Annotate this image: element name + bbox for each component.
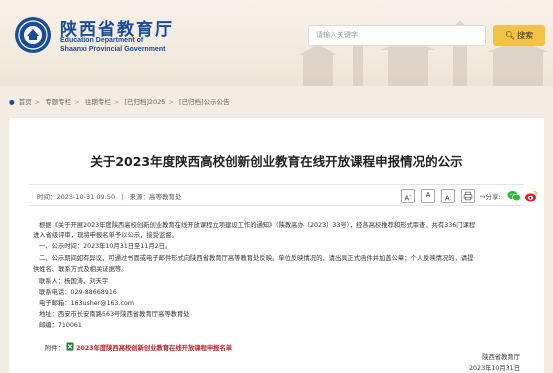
contact-postcode: 邮编：710061 <box>39 322 82 329</box>
breadcrumb-special-topics[interactable]: 专题专栏 <box>45 98 71 106</box>
meta-divider: | <box>121 193 124 201</box>
location-pin-icon: ● <box>9 98 15 106</box>
breadcrumb: ● 首页 > 专题专栏 > 往期专栏 > [已归档]2025 > [已归档]公示公告 <box>9 96 230 106</box>
contact-person: 联系人：杨国涛、刘天宇 <box>39 278 109 285</box>
paragraph-1-line-2: 进入省级评审，现将申报名单予以公示，接受监督。 <box>33 232 178 239</box>
article-panel: 关于2023年度陕西高校创新创业教育在线开放课程申报情况的公示 时间：2023-… <box>9 118 544 373</box>
attachment-label: 附件： <box>45 345 64 352</box>
paragraph-2: 一、公示时间：2023年10月31日至11月2日。 <box>39 243 172 250</box>
time-label: 时间： <box>37 193 57 201</box>
site-emblem-icon[interactable] <box>14 16 52 54</box>
search-button[interactable]: 🔍︎ 搜索 <box>493 25 545 46</box>
publish-time: 2023-10-31 09:50 <box>56 193 116 201</box>
breadcrumb-home[interactable]: 首页 <box>19 98 32 106</box>
breadcrumb-past-topics[interactable]: 往期专栏 <box>85 98 111 106</box>
font-size-medium-button[interactable]: A <box>421 189 435 203</box>
site-title-en-line1: Education Department of <box>60 37 144 44</box>
share-label: ↪分享: <box>480 193 501 201</box>
contact-address: 地址：西安市长安南路563号陕西省教育厅高等教育处 <box>39 311 190 318</box>
site-title-en-line2: Shaanxi Provincial Government <box>60 46 166 53</box>
signature-date: 2023年10月31日 <box>469 365 520 372</box>
search-input[interactable]: 请输入关键字 <box>308 25 486 46</box>
weibo-icon[interactable] <box>524 189 538 203</box>
site-header: 陕西省教育厅 Education Department of Shaanxi P… <box>0 0 553 86</box>
breadcrumb-separator: > <box>34 98 41 106</box>
breadcrumb-archive-notices[interactable]: [已归档]公示公告 <box>179 98 230 106</box>
breadcrumb-separator: > <box>74 98 80 106</box>
contact-email: 电子邮箱：163usher@163.com <box>39 300 134 307</box>
breadcrumb-separator: > <box>168 98 174 106</box>
search-icon: 🔍︎ <box>504 31 516 40</box>
article-meta-bar: 时间：2023-10-31 09:50 | 来源：高等教育处 A+ A A- ↪… <box>29 184 537 206</box>
paragraph-3-line-1: 二、公示期间如有异议，可通过书面或电子邮件形式向陕西省教育厅高等教育处反映。单位… <box>39 255 474 262</box>
paragraph-3-line-2: 供姓名、联系方式及相关证据等。 <box>33 266 128 273</box>
breadcrumb-separator: > <box>113 98 120 106</box>
search-button-label: 搜索 <box>517 31 534 40</box>
font-size-small-button[interactable]: A- <box>441 189 455 203</box>
breadcrumb-archive-2025[interactable]: [已归档]2025 <box>124 98 165 106</box>
signature-org: 陕西省教育厅 <box>482 354 520 361</box>
wechat-icon[interactable] <box>507 190 521 202</box>
print-icon[interactable] <box>461 189 475 203</box>
paragraph-1-line-1: 根据《关于开展2023年度陕西高校创新创业教育在线开放课程立项建设工作的通知》（… <box>39 222 476 229</box>
attachment-link[interactable]: 2023年度陕西高校创新创业教育在线开放课程申报名单 <box>76 343 232 352</box>
source-label: 来源： <box>129 193 149 201</box>
font-size-large-button[interactable]: A+ <box>401 189 415 203</box>
article-meta-text: 时间：2023-10-31 09:50 | 来源：高等教育处 <box>37 191 181 201</box>
contact-phone: 联系电话：029-88668916 <box>39 289 117 296</box>
excel-file-icon <box>66 342 74 351</box>
article-title: 关于2023年度陕西高校创新创业教育在线开放课程申报情况的公示 <box>90 154 463 169</box>
source-value: 高等教育处 <box>148 193 182 201</box>
